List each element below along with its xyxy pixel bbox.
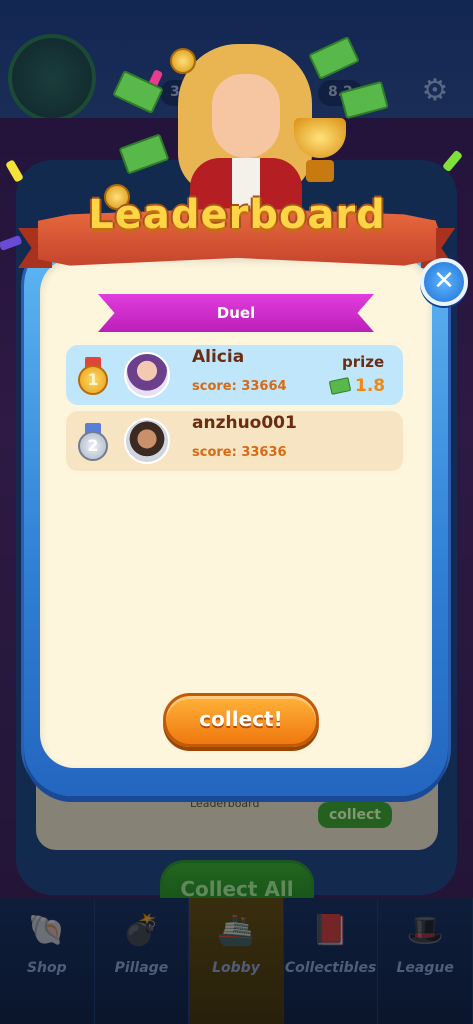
leaderboard-row: 1 Alicia score: 33664 prize 1.8 bbox=[66, 345, 403, 405]
rank-number: 2 bbox=[78, 431, 108, 461]
prize-value: 1.8 bbox=[355, 376, 386, 396]
trophy-icon bbox=[288, 112, 352, 186]
modal-title: Leaderboard bbox=[88, 192, 386, 238]
leaderboard-row: 2 anzhuo001 score: 33636 bbox=[66, 411, 403, 471]
gold-medal-icon: 1 bbox=[78, 357, 108, 395]
tab-duel[interactable]: Duel bbox=[98, 294, 374, 332]
player-name: anzhuo001 bbox=[192, 413, 297, 433]
coin-icon bbox=[170, 48, 196, 74]
silver-medal-icon: 2 bbox=[78, 423, 108, 461]
player-avatar bbox=[124, 352, 170, 398]
leaderboard-panel bbox=[40, 258, 432, 768]
prize-label: prize bbox=[342, 353, 385, 371]
close-icon: ✕ bbox=[433, 266, 455, 296]
player-score: score: 33636 bbox=[192, 445, 287, 460]
collect-button[interactable]: collect! bbox=[163, 693, 319, 747]
close-button[interactable]: ✕ bbox=[420, 258, 468, 306]
player-name: Alicia bbox=[192, 347, 245, 367]
trophy-cup bbox=[294, 118, 346, 158]
cash-prize-icon bbox=[328, 377, 352, 395]
player-avatar bbox=[124, 418, 170, 464]
hero-face bbox=[212, 74, 280, 158]
player-score: score: 33664 bbox=[192, 379, 287, 394]
rank-number: 1 bbox=[78, 365, 108, 395]
trophy-base bbox=[306, 160, 334, 182]
